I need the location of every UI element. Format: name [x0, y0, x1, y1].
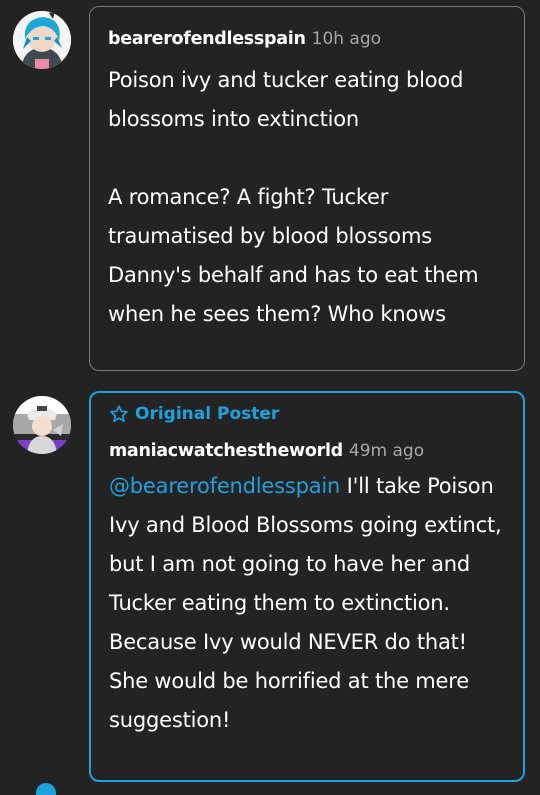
reply-body: Poison ivy and tucker eating blood bloss… — [108, 61, 510, 334]
reply-timestamp: 10h ago — [311, 29, 382, 49]
reply-paragraph: Poison ivy and tucker eating blood bloss… — [108, 68, 464, 131]
reply-body: @bearerofendlesspain I'll take Poison Iv… — [109, 467, 509, 740]
reply-username[interactable]: maniacwatchestheworld — [109, 441, 343, 461]
reply-header: maniacwatchestheworld 49m ago — [109, 441, 424, 461]
avatar-maniacwatchestheworld[interactable] — [13, 396, 71, 454]
next-reply-avatar-partial — [36, 783, 56, 795]
mention-link[interactable]: @bearerofendlesspain — [109, 474, 340, 498]
reply-header: bearerofendlesspain 10h ago — [108, 29, 381, 49]
reply-card: bearerofendlesspain 10h ago Poison ivy an… — [89, 6, 525, 371]
reply-timestamp: 49m ago — [348, 441, 425, 461]
original-poster-badge: Original Poster — [109, 404, 279, 424]
reply-username[interactable]: bearerofendlesspain — [108, 29, 306, 49]
avatar-bearerofendlesspain[interactable] — [13, 11, 71, 69]
reply-paragraph: A romance? A fight? Tucker traumatised b… — [108, 185, 479, 326]
star-outline-icon — [110, 405, 128, 422]
reply-card-original-poster: Original Poster maniacwatchestheworld 49m… — [89, 391, 525, 782]
reply-text: I'll take Poison Ivy and Blood Blossoms … — [109, 474, 502, 732]
original-poster-label: Original Poster — [135, 404, 280, 424]
